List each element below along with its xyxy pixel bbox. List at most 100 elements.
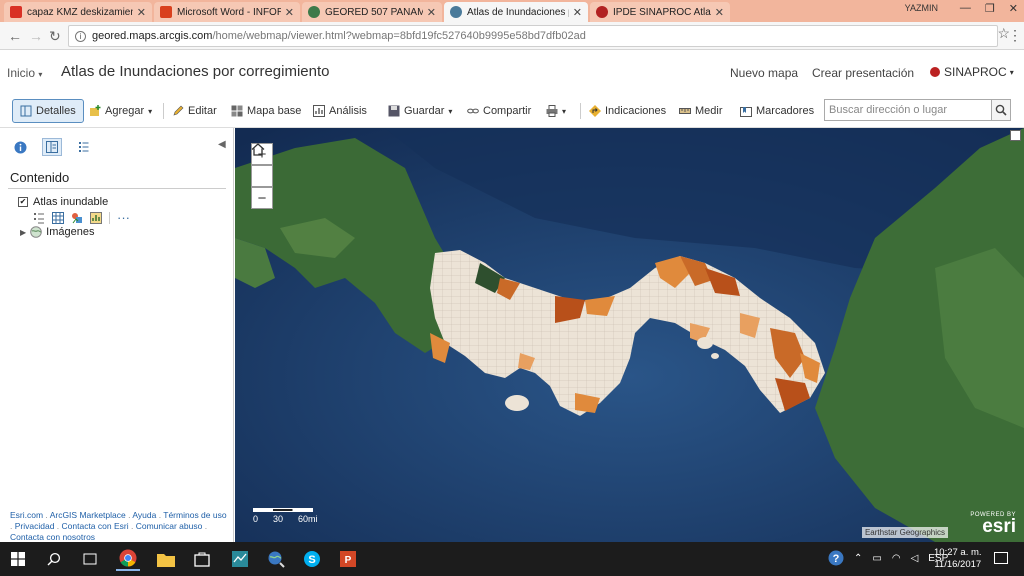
- close-icon[interactable]: ✕: [137, 6, 146, 19]
- footer-link-privacy[interactable]: Privacidad: [15, 521, 55, 531]
- reload-icon[interactable]: ↻: [49, 28, 61, 45]
- layer-item-atlas-inundable[interactable]: ✔ Atlas inundable: [18, 196, 108, 208]
- measure-button[interactable]: Medir: [679, 100, 723, 122]
- scale-label: 0: [253, 514, 259, 524]
- task-view-icon: [83, 553, 97, 565]
- tab-title: IPDE SINAPROC Atlas de: [613, 6, 711, 18]
- legend-list-icon: [79, 142, 89, 152]
- zoom-out-button[interactable]: −: [251, 187, 273, 209]
- tab-title: capaz KMZ deskizamient: [27, 6, 133, 18]
- analysis-button[interactable]: Análisis: [313, 100, 367, 122]
- share-label: Compartir: [483, 105, 532, 117]
- basemap-button[interactable]: Mapa base: [231, 100, 301, 122]
- tab-about[interactable]: [10, 138, 30, 156]
- browser-tab-1[interactable]: capaz KMZ deskizamient ✕: [4, 2, 152, 22]
- footer-link-report-abuse[interactable]: Comunicar abuso: [136, 521, 203, 531]
- table-icon[interactable]: [52, 212, 64, 224]
- search-button[interactable]: [991, 99, 1011, 121]
- scale-bar: 0 30 60mi: [253, 508, 318, 524]
- taskbar-app-arcgis[interactable]: [264, 547, 288, 571]
- home-menu[interactable]: Inicio ▾: [7, 66, 42, 80]
- taskbar-search-button[interactable]: [42, 547, 66, 571]
- help-icon[interactable]: ?: [828, 550, 844, 566]
- home-extent-button[interactable]: [251, 143, 273, 187]
- analysis-label: Análisis: [329, 105, 367, 117]
- browser-tab-2[interactable]: Microsoft Word - INFOR ✕: [154, 2, 300, 22]
- minimize-icon[interactable]: —: [960, 2, 971, 15]
- chevron-down-icon: ▾: [1009, 67, 1014, 77]
- footer-link-esri[interactable]: Esri.com: [10, 510, 43, 520]
- taskbar-app-chrome[interactable]: [116, 547, 140, 571]
- taskbar-app-store[interactable]: [190, 547, 214, 571]
- layer-name: Atlas inundable: [33, 196, 109, 208]
- close-icon[interactable]: ✕: [427, 6, 436, 19]
- browser-tab-5[interactable]: IPDE SINAPROC Atlas de ✕: [590, 2, 730, 22]
- directions-label: Indicaciones: [605, 105, 667, 117]
- windows-taskbar: S P ? ⌃ ▭ ◠ ◁ ESP 10:27 a. m. 11/16/2017: [0, 542, 1024, 576]
- new-map-link[interactable]: Nuevo mapa: [730, 66, 798, 80]
- footer-link-terms[interactable]: Términos de uso: [163, 510, 226, 520]
- layer-name: Imágenes: [46, 226, 95, 238]
- perform-analysis-icon[interactable]: [90, 212, 102, 224]
- forward-arrow-icon[interactable]: →: [29, 28, 43, 44]
- action-center-icon[interactable]: [994, 552, 1008, 564]
- esri-logo[interactable]: POWERED BY esri: [970, 512, 1016, 536]
- battery-icon[interactable]: ▭: [872, 553, 881, 564]
- add-button[interactable]: Agregar ▾: [89, 100, 152, 122]
- contents-heading: Contenido: [10, 170, 70, 185]
- printer-icon: [546, 105, 558, 117]
- start-button[interactable]: [6, 547, 30, 571]
- print-button[interactable]: ▾: [546, 100, 566, 122]
- close-icon[interactable]: ✕: [715, 6, 724, 19]
- tab-legend[interactable]: [74, 138, 94, 156]
- expand-triangle-icon[interactable]: ▶: [20, 228, 26, 237]
- search-icon: [47, 552, 61, 566]
- collapse-panel-icon[interactable]: ◀: [218, 139, 226, 150]
- user-menu[interactable]: SINAPROC ▾: [930, 65, 1014, 79]
- url-field[interactable]: i geored.maps.arcgis.com/home/webmap/vie…: [68, 25, 998, 47]
- details-button[interactable]: Detalles: [12, 99, 84, 123]
- layer-item-imagenes[interactable]: ▶ Imágenes: [20, 226, 94, 238]
- footer-link-help[interactable]: Ayuda: [132, 510, 156, 520]
- taskbar-app-skype[interactable]: S: [300, 547, 324, 571]
- tab-title: Microsoft Word - INFOR: [177, 6, 281, 18]
- taskbar-app-file-explorer[interactable]: [154, 547, 178, 571]
- chevron-up-icon[interactable]: ⌃: [854, 553, 862, 564]
- wifi-icon[interactable]: ◠: [892, 553, 901, 564]
- system-tray: ? ⌃ ▭ ◠ ◁ ESP: [828, 550, 948, 566]
- browser-menu-icon[interactable]: ⋮: [1008, 27, 1022, 44]
- directions-button[interactable]: Indicaciones: [589, 100, 666, 122]
- layer-visibility-checkbox[interactable]: ✔: [18, 197, 28, 207]
- edit-button[interactable]: Editar: [172, 100, 217, 122]
- address-search-input[interactable]: [824, 99, 992, 121]
- browser-tab-4[interactable]: Atlas de Inundaciones po ✕: [444, 2, 588, 22]
- tab-contents[interactable]: [42, 138, 62, 156]
- create-presentation-link[interactable]: Crear presentación: [812, 66, 914, 80]
- info-icon[interactable]: i: [75, 30, 86, 42]
- taskbar-app-powerpoint[interactable]: P: [336, 547, 360, 571]
- footer-link-contact-esri[interactable]: Contacta con Esri: [62, 521, 129, 531]
- footer-link-marketplace[interactable]: ArcGIS Marketplace: [50, 510, 126, 520]
- browser-tab-3[interactable]: GEORED 507 PANAMA ✕: [302, 2, 442, 22]
- map-app-icon: [232, 551, 248, 567]
- save-button[interactable]: Guardar ▾: [388, 100, 452, 122]
- map-view[interactable]: + − 0 30 60mi Earthstar Geographics POWE…: [235, 128, 1024, 542]
- volume-icon[interactable]: ◁: [911, 553, 919, 564]
- taskbar-app-sinaproc[interactable]: [228, 547, 252, 571]
- home-icon: [251, 143, 265, 156]
- change-style-icon[interactable]: [71, 212, 83, 224]
- close-icon[interactable]: ✕: [573, 6, 582, 19]
- back-arrow-icon[interactable]: ←: [8, 28, 22, 44]
- bookmarks-button[interactable]: Marcadores: [740, 100, 814, 122]
- legend-toggle-icon[interactable]: [33, 212, 45, 224]
- system-clock[interactable]: 10:27 a. m. 11/16/2017: [934, 547, 982, 571]
- close-window-icon[interactable]: ✕: [1009, 2, 1018, 15]
- fullscreen-icon[interactable]: [1010, 130, 1021, 141]
- share-button[interactable]: Compartir: [467, 100, 531, 122]
- more-options-icon[interactable]: ···: [117, 211, 130, 224]
- footer-link-contact-us[interactable]: Contacta con nosotros: [10, 532, 95, 542]
- task-view-button[interactable]: [78, 547, 102, 571]
- close-icon[interactable]: ✕: [285, 6, 294, 19]
- toolbar-divider: [580, 103, 581, 119]
- maximize-icon[interactable]: ❐: [985, 2, 995, 15]
